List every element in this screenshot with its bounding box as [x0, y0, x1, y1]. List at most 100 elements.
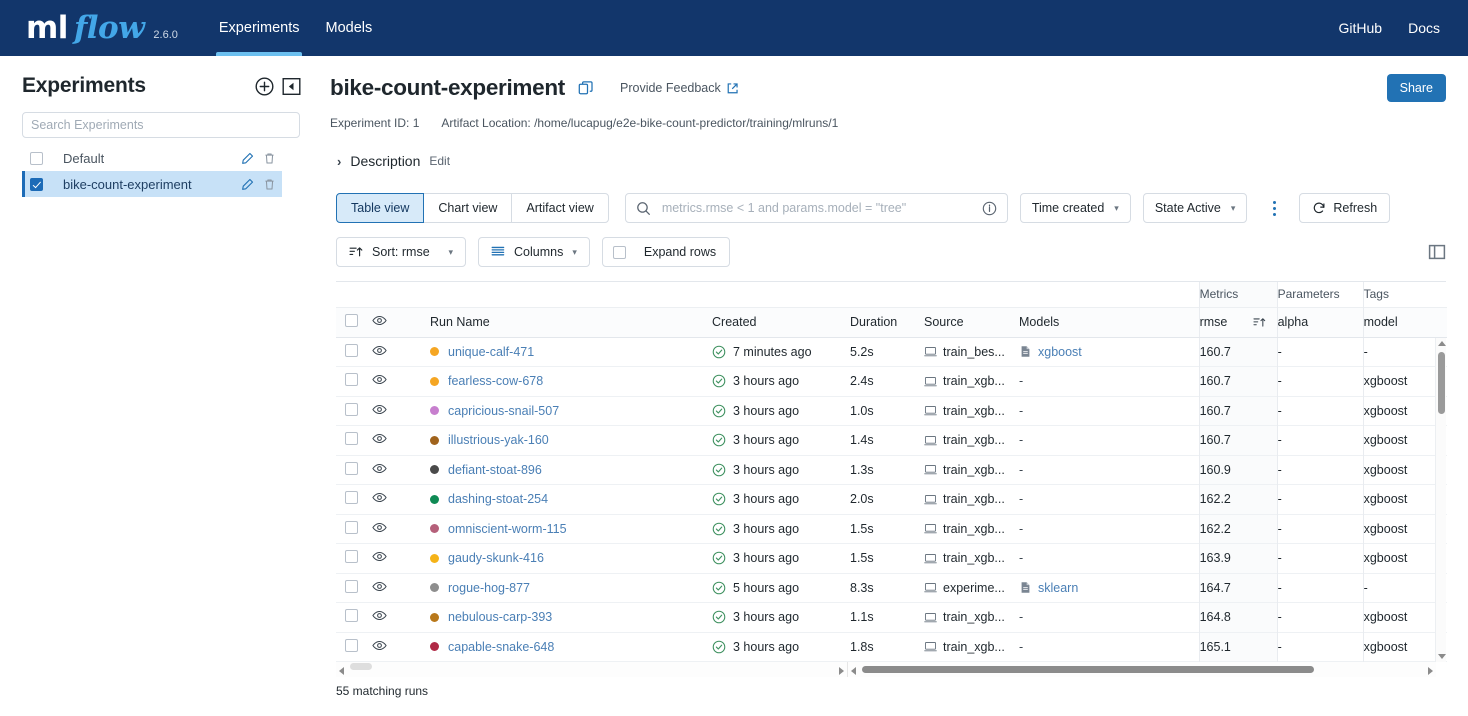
sort-dropdown[interactable]: Sort: rmse ▾	[336, 237, 466, 267]
run-name-link[interactable]: dashing-stoat-254	[448, 492, 548, 506]
scroll-up-arrow-icon[interactable]	[1437, 341, 1446, 346]
share-button[interactable]: Share	[1386, 74, 1446, 102]
provide-feedback-link[interactable]: Provide Feedback	[620, 81, 739, 95]
table-row[interactable]: nebulous-carp-393 3 hours ago 1.1s train_xg…	[336, 602, 1448, 632]
model-link[interactable]: sklearn	[1038, 581, 1078, 595]
source-text[interactable]: train_xgb...	[943, 551, 1005, 565]
column-header-alpha[interactable]: alpha	[1276, 306, 1364, 338]
side-panel-icon[interactable]	[1428, 243, 1446, 261]
run-name-link[interactable]: rogue-hog-877	[448, 581, 530, 595]
chevron-right-icon[interactable]: ›	[337, 154, 341, 169]
nav-item-experiments[interactable]: Experiments	[206, 0, 313, 56]
source-text[interactable]: train_bes...	[943, 345, 1005, 359]
table-row[interactable]: omniscient-worm-115 3 hours ago 1.5s train_…	[336, 514, 1448, 544]
github-link[interactable]: GitHub	[1339, 20, 1383, 36]
trash-icon[interactable]	[263, 178, 276, 191]
run-name-link[interactable]: illustrious-yak-160	[448, 433, 549, 447]
table-row[interactable]: gaudy-skunk-416 3 hours ago 1.5s train_xgb.…	[336, 543, 1448, 573]
expand-rows-checkbox[interactable]	[612, 245, 626, 259]
vertical-scroll-thumb[interactable]	[1438, 352, 1445, 414]
eye-icon[interactable]	[372, 549, 387, 564]
collapse-panel-icon[interactable]	[280, 75, 302, 97]
time-created-dropdown[interactable]: Time created ▾	[1019, 193, 1131, 223]
column-header-duration[interactable]: Duration	[850, 306, 924, 338]
mlflow-logo[interactable]: ml flow 2.6.0	[26, 12, 178, 44]
eye-icon[interactable]	[372, 520, 387, 535]
run-name-link[interactable]: capable-snake-648	[448, 640, 554, 654]
trash-icon[interactable]	[263, 152, 276, 165]
left-horizontal-scrollbar[interactable]	[336, 662, 848, 677]
row-checkbox[interactable]	[345, 550, 358, 564]
eye-icon[interactable]	[372, 461, 387, 476]
row-checkbox[interactable]	[345, 638, 358, 652]
row-checkbox[interactable]	[345, 402, 358, 416]
table-row[interactable]: fearless-cow-678 3 hours ago 2.4s train_xgb…	[336, 366, 1448, 396]
eye-icon[interactable]	[372, 638, 387, 653]
tab-artifact-view[interactable]: Artifact view	[511, 193, 609, 223]
left-scroll-thumb[interactable]	[350, 663, 372, 670]
run-name-link[interactable]: fearless-cow-678	[448, 374, 543, 388]
sidebar-item-bike-count-experiment[interactable]: bike-count-experiment	[22, 171, 282, 197]
pencil-icon[interactable]	[241, 152, 254, 165]
eye-icon[interactable]	[372, 490, 387, 505]
table-vertical-scrollbar[interactable]	[1435, 338, 1446, 662]
source-text[interactable]: train_xgb...	[943, 374, 1005, 388]
table-row[interactable]: defiant-stoat-896 3 hours ago 1.3s train_xg…	[336, 455, 1448, 485]
column-header-models[interactable]: Models	[1019, 306, 1200, 338]
more-vertical-icon[interactable]	[1265, 195, 1283, 221]
state-filter-dropdown[interactable]: State Active ▾	[1142, 193, 1248, 223]
runs-search-box[interactable]	[624, 193, 1008, 223]
source-text[interactable]: train_xgb...	[943, 492, 1005, 506]
eye-icon[interactable]	[372, 372, 387, 387]
column-header-rmse[interactable]: rmse	[1198, 306, 1278, 338]
column-header-created[interactable]: Created	[712, 306, 850, 338]
plus-circle-icon[interactable]	[253, 75, 275, 97]
row-checkbox[interactable]	[345, 579, 358, 593]
table-row[interactable]: capricious-snail-507 3 hours ago 1.0s train…	[336, 396, 1448, 426]
expand-rows-toggle[interactable]: Expand rows	[601, 237, 731, 267]
model-link[interactable]: xgboost	[1038, 345, 1082, 359]
experiment-checkbox[interactable]	[30, 151, 43, 165]
tab-chart-view[interactable]: Chart view	[423, 193, 513, 223]
table-row[interactable]: illustrious-yak-160 3 hours ago 1.4s train_…	[336, 425, 1448, 455]
scroll-down-arrow-icon[interactable]	[1437, 654, 1446, 659]
tab-table-view[interactable]: Table view	[336, 193, 425, 223]
row-checkbox[interactable]	[345, 373, 358, 387]
right-horizontal-scrollbar[interactable]	[848, 662, 1436, 677]
info-circle-icon[interactable]	[982, 201, 997, 216]
eye-icon[interactable]	[372, 431, 387, 446]
description-edit-button[interactable]: Edit	[429, 154, 450, 168]
eye-icon[interactable]	[372, 343, 387, 358]
select-all-checkbox[interactable]	[345, 314, 358, 327]
sort-ascending-icon[interactable]	[1253, 316, 1266, 329]
row-checkbox[interactable]	[345, 343, 358, 357]
scroll-left-arrow-icon[interactable]	[339, 666, 344, 675]
source-text[interactable]: train_xgb...	[943, 463, 1005, 477]
table-row[interactable]: dashing-stoat-254 3 hours ago 2.0s train_xg…	[336, 484, 1448, 514]
row-checkbox[interactable]	[345, 461, 358, 475]
docs-link[interactable]: Docs	[1408, 20, 1440, 36]
run-name-link[interactable]: unique-calf-471	[448, 345, 534, 359]
run-name-link[interactable]: defiant-stoat-896	[448, 463, 542, 477]
eye-icon[interactable]	[372, 579, 387, 594]
run-name-link[interactable]: omniscient-worm-115	[448, 522, 567, 536]
run-name-link[interactable]: nebulous-carp-393	[448, 610, 552, 624]
right-scroll-thumb[interactable]	[862, 666, 1314, 673]
source-text[interactable]: train_xgb...	[943, 433, 1005, 447]
eye-icon[interactable]	[372, 402, 387, 417]
row-checkbox[interactable]	[345, 432, 358, 446]
sidebar-item-default[interactable]: Default	[22, 145, 282, 171]
row-checkbox[interactable]	[345, 491, 358, 505]
scroll-left-arrow-icon[interactable]	[851, 666, 856, 675]
run-name-link[interactable]: capricious-snail-507	[448, 404, 559, 418]
run-name-link[interactable]: gaudy-skunk-416	[448, 551, 544, 565]
scroll-right-arrow-icon[interactable]	[1428, 666, 1433, 675]
copy-icon[interactable]	[578, 80, 594, 96]
eye-icon[interactable]	[372, 608, 387, 623]
row-checkbox[interactable]	[345, 520, 358, 534]
table-row[interactable]: unique-calf-471 7 minutes ago 5.2s train_be…	[336, 337, 1448, 367]
column-header-source[interactable]: Source	[924, 306, 1019, 338]
refresh-button[interactable]: Refresh	[1299, 193, 1391, 223]
column-header-model[interactable]: model	[1362, 306, 1448, 338]
source-text[interactable]: train_xgb...	[943, 522, 1005, 536]
